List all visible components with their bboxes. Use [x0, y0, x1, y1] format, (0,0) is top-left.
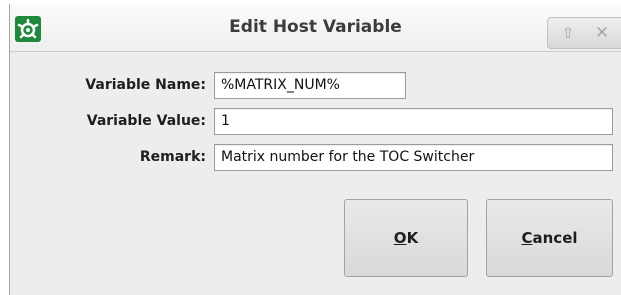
cancel-label-rest: ancel — [532, 229, 578, 247]
variable-value-field[interactable]: 1 — [214, 108, 613, 135]
dialog-window: Edit Host Variable ⇧ ✕ Variable Name: %M… — [9, 4, 621, 295]
restore-up-icon[interactable]: ⇧ — [558, 23, 578, 43]
ok-mnemonic: O — [393, 229, 407, 247]
variable-value-label: Variable Value: — [86, 113, 206, 129]
variable-name-field[interactable]: %MATRIX_NUM% — [214, 72, 406, 99]
title-bar[interactable]: Edit Host Variable ⇧ ✕ — [10, 4, 621, 52]
title-bar-buttons: ⇧ ✕ — [547, 17, 621, 49]
cancel-button[interactable]: Cancel — [486, 199, 613, 277]
variable-name-label: Variable Name: — [85, 77, 206, 93]
remark-field[interactable]: Matrix number for the TOC Switcher — [214, 144, 613, 171]
close-icon[interactable]: ✕ — [592, 23, 612, 43]
window-title: Edit Host Variable — [229, 17, 402, 37]
cancel-mnemonic: C — [521, 229, 533, 247]
remark-label: Remark: — [139, 149, 206, 165]
ok-label-rest: K — [406, 229, 419, 247]
ok-button[interactable]: OK — [344, 199, 468, 277]
